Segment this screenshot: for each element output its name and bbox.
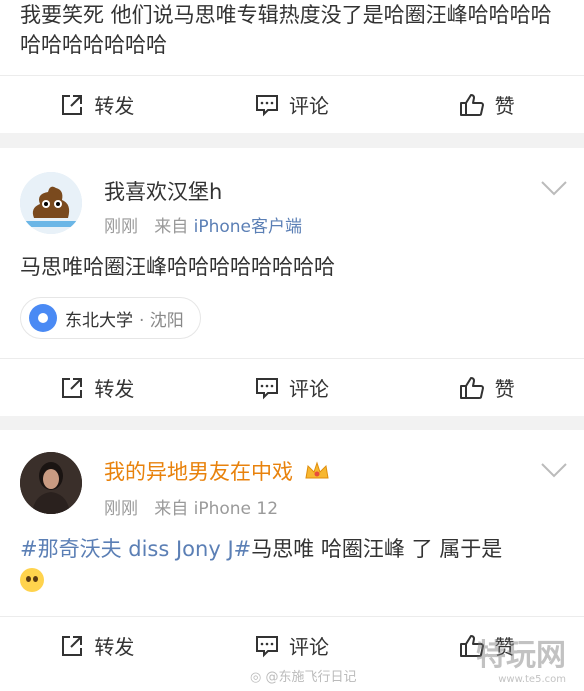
post-meta: 刚刚 来自 iPhone 12 <box>104 494 278 519</box>
weibo-logo-icon: ◎ <box>250 670 262 685</box>
share-icon <box>62 635 83 656</box>
action-bar: 转发 评论 赞 <box>0 358 584 416</box>
username-text: 我的异地男友在中戏 <box>104 460 293 484</box>
comment-icon <box>256 377 278 399</box>
comment-button[interactable]: 评论 <box>195 359 390 416</box>
site-watermark-text: 特玩网 <box>476 638 566 673</box>
username[interactable]: 我喜欢汉堡h <box>104 176 222 206</box>
chevron-down-icon[interactable] <box>540 462 568 478</box>
share-icon <box>62 94 83 115</box>
action-bar: 转发 评论 赞 <box>0 75 584 133</box>
comment-label: 评论 <box>289 94 329 118</box>
avatar[interactable] <box>20 452 82 514</box>
comment-button[interactable]: 评论 <box>195 76 390 133</box>
repost-button[interactable]: 转发 <box>0 617 195 674</box>
post-text: 马思唯哈圈汪峰哈哈哈哈哈哈哈哈 <box>20 255 335 279</box>
location-name: 东北大学 <box>65 310 133 331</box>
post-source[interactable]: iPhone客户端 <box>194 217 302 237</box>
like-label: 赞 <box>494 377 515 401</box>
hashtag-link[interactable]: #那奇沃夫 diss Jony J# <box>20 537 251 561</box>
post-source[interactable]: iPhone 12 <box>194 499 278 519</box>
like-button[interactable]: 赞 <box>389 76 584 133</box>
post-card: 我要笑死 他们说马思唯专辑热度没了是哈圈汪峰哈哈哈哈哈哈哈哈哈哈哈 转发 评论 … <box>0 0 584 133</box>
share-icon <box>62 377 83 398</box>
repost-label: 转发 <box>94 635 135 659</box>
post-card: 我喜欢汉堡h 刚刚 来自 iPhone客户端 马思唯哈圈汪峰哈哈哈哈哈哈哈哈 东… <box>0 148 584 416</box>
chevron-down-icon[interactable] <box>540 180 568 196</box>
post-meta: 刚刚 来自 iPhone客户端 <box>104 212 302 237</box>
location-tag[interactable]: 东北大学 · 沈阳 <box>20 297 201 339</box>
repost-label: 转发 <box>94 377 135 401</box>
from-label: 来自 <box>154 217 189 237</box>
like-button[interactable]: 赞 <box>389 359 584 416</box>
thumbs-up-icon <box>459 93 484 116</box>
repost-button[interactable]: 转发 <box>0 76 195 133</box>
comment-label: 评论 <box>289 377 329 401</box>
site-watermark: 特玩网 www.te5.com <box>476 630 566 685</box>
comment-icon <box>256 94 278 116</box>
username[interactable]: 我的异地男友在中戏 <box>104 456 330 486</box>
post-body: 马思唯 哈圈汪峰 了 属于是 <box>251 537 503 561</box>
crown-badge-icon <box>305 461 329 479</box>
comment-icon <box>256 635 278 657</box>
avatar[interactable] <box>20 172 82 234</box>
location-city: · 沈阳 <box>139 310 184 331</box>
comment-label: 评论 <box>289 635 329 659</box>
repost-label: 转发 <box>94 94 135 118</box>
weibo-watermark: ◎ @东施飞行日记 <box>250 666 357 685</box>
sad-face-emoji <box>20 568 44 592</box>
thumbs-up-icon <box>459 376 484 399</box>
weibo-watermark-text: @东施飞行日记 <box>265 670 357 685</box>
post-time: 刚刚 <box>104 217 138 237</box>
repost-button[interactable]: 转发 <box>0 359 195 416</box>
location-pin-icon <box>29 304 57 332</box>
post-text: 我要笑死 他们说马思唯专辑热度没了是哈圈汪峰哈哈哈哈哈哈哈哈哈哈哈 <box>20 3 552 57</box>
from-label: 来自 <box>154 499 189 519</box>
like-label: 赞 <box>494 94 515 118</box>
post-time: 刚刚 <box>104 499 138 519</box>
site-watermark-url: www.te5.com <box>498 674 566 685</box>
post-text: #那奇沃夫 diss Jony J#马思唯 哈圈汪峰 了 属于是 <box>20 534 568 594</box>
